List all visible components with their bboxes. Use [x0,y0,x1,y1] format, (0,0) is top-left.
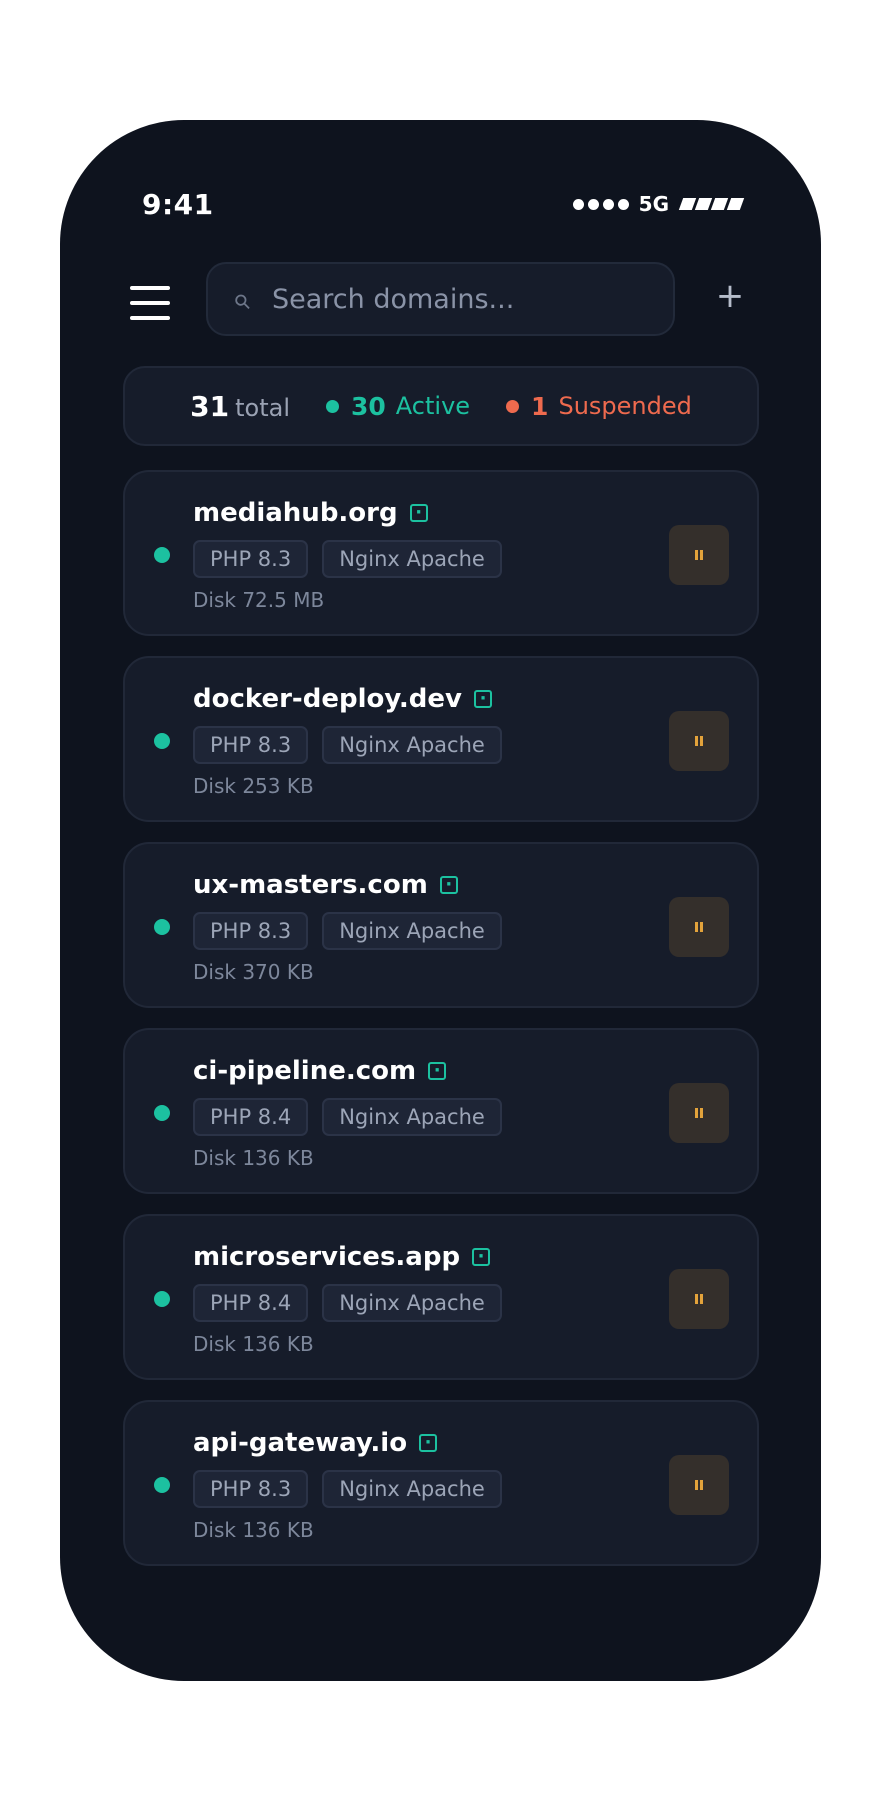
pause-icon [695,736,703,746]
active-status-icon [154,1477,170,1493]
domain-card[interactable]: ux-masters.com · PHP 8.3 Nginx Apache Di… [123,842,759,1008]
server-tag: Nginx Apache [322,1284,502,1322]
disk-usage: Disk 370 KB [193,960,314,984]
domain-name-row: mediahub.org · [193,498,428,528]
domain-card[interactable]: docker-deploy.dev · PHP 8.3 Nginx Apache… [123,656,759,822]
domain-summary: 31 total 30 Active 1 Suspended [123,366,759,446]
php-version-tag: PHP 8.3 [193,726,309,764]
domain-card[interactable]: api-gateway.io · PHP 8.3 Nginx Apache Di… [123,1400,759,1566]
domain-name-row: ci-pipeline.com · [193,1056,447,1086]
pause-icon [695,1108,703,1118]
disk-usage: Disk 136 KB [193,1332,314,1356]
domain-name-row: docker-deploy.dev · [193,684,492,714]
domain-card[interactable]: microservices.app · PHP 8.4 Nginx Apache… [123,1214,759,1380]
domain-card[interactable]: ci-pipeline.com · PHP 8.4 Nginx Apache D… [123,1028,759,1194]
domain-name-row: api-gateway.io · [193,1428,438,1458]
hamburger-icon-line [130,316,170,320]
summary-suspended[interactable]: 1 Suspended [506,392,692,421]
search-input[interactable] [270,282,673,316]
pause-icon [695,922,703,932]
suspended-dot-icon [506,399,520,413]
suspend-button[interactable] [669,711,729,771]
server-tag: Nginx Apache [322,540,502,578]
search-box[interactable]: ⚲ [206,262,675,336]
suspend-button[interactable] [669,1083,729,1143]
hamburger-icon-line [130,301,170,305]
active-status-icon [154,1291,170,1307]
domain-name[interactable]: api-gateway.io [193,1428,407,1458]
status-bar: 9:41 5G [142,186,745,226]
domain-name[interactable]: ci-pipeline.com [193,1056,416,1086]
domain-name[interactable]: ux-masters.com [193,870,428,900]
suspend-button[interactable] [669,525,729,585]
server-tag: Nginx Apache [322,1098,502,1136]
ssl-key-icon: · [472,1248,491,1266]
phone-frame: 9:41 5G ⚲ + 31total 30 Active [60,120,821,1681]
active-status-icon [154,1105,170,1121]
domain-tags: PHP 8.3 Nginx Apache [193,1470,502,1508]
ssl-key-icon: · [409,504,428,522]
php-version-tag: PHP 8.4 [193,1284,309,1322]
suspended-label: Suspended [558,392,692,420]
battery-icon [678,198,745,210]
suspended-count: 1 [531,391,549,421]
domain-list: mediahub.org · PHP 8.3 Nginx Apache Disk… [123,470,759,1586]
disk-usage: Disk 136 KB [193,1146,314,1170]
add-domain-button[interactable]: + [708,274,752,318]
active-count: 30 [351,391,386,421]
ssl-key-icon: · [428,1062,447,1080]
php-version-tag: PHP 8.3 [193,540,309,578]
active-status-icon [154,733,170,749]
active-status-icon [154,547,170,563]
disk-usage: Disk 136 KB [193,1518,314,1542]
domain-name-row: ux-masters.com · [193,870,458,900]
summary-total: 31 total [190,390,290,423]
pause-icon [695,1294,703,1304]
domain-name[interactable]: microservices.app [193,1242,460,1272]
summary-active[interactable]: 30 Active [326,392,470,421]
disk-usage: Disk 253 KB [193,774,314,798]
ssl-key-icon: · [439,876,458,894]
active-dot-icon [326,399,339,413]
domain-tags: PHP 8.4 Nginx Apache [193,1098,502,1136]
domain-tags: PHP 8.3 Nginx Apache [193,726,502,764]
suspend-button[interactable] [669,1269,729,1329]
pause-icon [695,550,703,560]
pause-icon [695,1480,703,1490]
suspend-button[interactable] [669,1455,729,1515]
server-tag: Nginx Apache [322,1470,502,1508]
status-indicators: 5G [572,192,745,216]
plus-icon: + [715,276,745,316]
domain-tags: PHP 8.3 Nginx Apache [193,540,502,578]
search-icon: ⚲ [228,287,257,316]
php-version-tag: PHP 8.3 [193,1470,309,1508]
active-status-icon [154,919,170,935]
domain-card[interactable]: mediahub.org · PHP 8.3 Nginx Apache Disk… [123,470,759,636]
active-label: Active [395,392,471,420]
total-label: total [235,393,290,422]
status-time: 9:41 [142,188,214,221]
domain-name-row: microservices.app · [193,1242,491,1272]
server-tag: Nginx Apache [322,912,502,950]
ssl-key-icon: · [474,690,492,708]
hamburger-icon-line [130,286,170,290]
domain-tags: PHP 8.3 Nginx Apache [193,912,502,950]
domain-name[interactable]: docker-deploy.dev [193,684,462,714]
total-count: 31 [190,389,230,423]
domain-name[interactable]: mediahub.org [193,498,398,528]
php-version-tag: PHP 8.3 [193,912,309,950]
server-tag: Nginx Apache [322,726,502,764]
disk-usage: Disk 72.5 MB [193,588,325,612]
network-type: 5G [638,192,669,216]
domain-tags: PHP 8.4 Nginx Apache [193,1284,502,1322]
ssl-key-icon: · [419,1434,438,1452]
suspend-button[interactable] [669,897,729,957]
php-version-tag: PHP 8.4 [193,1098,309,1136]
signal-strength-icon [572,198,629,210]
menu-button[interactable] [130,286,172,320]
